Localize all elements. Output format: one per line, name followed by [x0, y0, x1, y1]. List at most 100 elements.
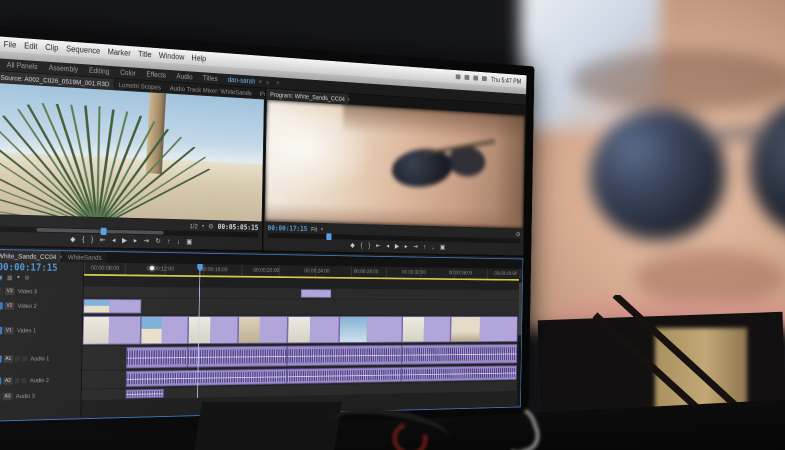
step-forward-button[interactable]: ▸ — [405, 243, 408, 250]
mark-out-button[interactable]: } — [368, 242, 370, 249]
track-target-button[interactable]: A1 — [3, 355, 13, 362]
workspace-tab-custom[interactable]: dan-sarah — [223, 75, 260, 85]
add-marker-button[interactable]: ◆ — [350, 242, 355, 249]
scrollbar-thumb[interactable] — [518, 282, 522, 335]
video-clip[interactable] — [83, 316, 142, 345]
extract-button[interactable]: ↓ — [432, 244, 435, 251]
go-to-in-button[interactable]: ⇤ — [376, 242, 381, 249]
video-clip[interactable] — [83, 299, 141, 313]
add-workspace-icon[interactable]: + — [273, 79, 283, 87]
source-patch-button[interactable] — [0, 393, 1, 401]
source-patch-button[interactable] — [0, 377, 1, 384]
audio-clip[interactable] — [286, 367, 401, 384]
audio-clip[interactable] — [126, 347, 188, 369]
video-clip[interactable] — [301, 289, 331, 298]
menu-marker[interactable]: Marker — [108, 47, 131, 58]
menu-title[interactable]: Title — [138, 49, 152, 59]
video-clip[interactable] — [402, 316, 451, 342]
track-target-button[interactable]: V1 — [4, 327, 14, 334]
track-header-audio2[interactable]: A2 Audio 2 — [0, 371, 81, 391]
workspace-tab-color[interactable]: Color — [115, 68, 141, 78]
timeline-settings-icon[interactable]: ▣ — [0, 274, 3, 281]
close-icon[interactable]: × — [347, 95, 350, 103]
audio-clip[interactable] — [125, 389, 163, 399]
menubar-status-icon[interactable] — [465, 75, 470, 80]
source-patch-button[interactable] — [0, 302, 3, 309]
step-forward-button[interactable]: ▸ — [134, 237, 137, 244]
workspace-tab-audio[interactable]: Audio — [172, 72, 198, 82]
export-frame-button[interactable]: ▣ — [440, 244, 445, 251]
menu-help[interactable]: Help — [191, 53, 206, 63]
step-back-button[interactable]: ◂ — [386, 243, 389, 250]
track-lane-video2[interactable] — [83, 298, 518, 315]
source-viewer[interactable] — [0, 83, 264, 221]
workspace-tab-editing[interactable]: Editing — [84, 66, 114, 76]
tab-sequence-active[interactable]: White_Sands_CC04 — [0, 250, 61, 262]
video-clip[interactable] — [188, 316, 239, 344]
workspace-tab-all-panels[interactable]: All Panels — [1, 60, 42, 71]
video-clip[interactable] — [287, 316, 339, 343]
video-clip[interactable] — [339, 316, 402, 343]
track-target-button[interactable]: A3 — [3, 393, 13, 401]
track-header-audio3[interactable]: A3 Audio 3 — [0, 390, 81, 403]
play-button[interactable]: ▶ — [395, 243, 399, 250]
marker-icon[interactable]: ● — [17, 274, 21, 281]
program-zoom-select[interactable]: Fit — [311, 225, 317, 233]
mark-in-button[interactable]: { — [82, 236, 84, 243]
go-to-in-button[interactable]: ⇤ — [100, 236, 106, 243]
timeline-current-timecode[interactable]: 00:00:17:15 — [0, 262, 83, 274]
step-back-button[interactable]: ◂ — [112, 236, 115, 243]
menu-window[interactable]: Window — [159, 51, 185, 62]
add-marker-button[interactable]: ◆ — [70, 236, 75, 243]
source-playhead[interactable] — [101, 228, 107, 235]
track-header-video3[interactable]: V3 Video 3 — [0, 286, 83, 298]
menu-edit[interactable]: Edit — [24, 41, 38, 51]
tab-sequence-whitesands[interactable]: WhiteSands — [63, 251, 105, 262]
track-target-button[interactable]: V2 — [4, 302, 14, 309]
track-target-button[interactable]: V3 — [5, 288, 15, 295]
settings-icon[interactable]: ⚙ — [516, 230, 521, 237]
workspace-overflow-icon[interactable]: » — [263, 78, 273, 86]
menubar-clock[interactable]: Thu 5:47 PM — [491, 76, 521, 85]
program-viewer[interactable] — [265, 100, 525, 229]
go-to-out-button[interactable]: ⇥ — [143, 237, 149, 244]
video-clip[interactable] — [451, 316, 518, 342]
track-header-audio1[interactable]: A1 Audio 1 — [0, 347, 82, 372]
lift-button[interactable]: ↑ — [423, 243, 426, 250]
solo-button[interactable] — [21, 378, 26, 384]
settings-icon[interactable]: ⚙ — [208, 222, 214, 230]
workspace-tab-assembly[interactable]: Assembly — [44, 63, 84, 74]
menu-clip[interactable]: Clip — [45, 43, 58, 53]
mark-in-button[interactable]: { — [361, 242, 363, 249]
source-patch-button[interactable] — [0, 327, 2, 334]
mute-button[interactable] — [15, 356, 20, 362]
track-target-button[interactable]: A2 — [3, 377, 13, 384]
export-frame-button[interactable]: ▣ — [186, 238, 192, 245]
snap-icon[interactable]: ▦ — [7, 274, 13, 281]
wrench-icon[interactable]: ⚙ — [24, 274, 29, 281]
source-patch-button[interactable] — [0, 288, 3, 295]
menubar-status-icon[interactable] — [482, 76, 487, 81]
track-header-video2[interactable]: V2 Video 2 — [0, 298, 83, 315]
source-patch-button[interactable] — [0, 355, 2, 362]
source-zoom-select[interactable]: 1/2 — [190, 222, 198, 230]
insert-button[interactable]: ↑ — [167, 238, 170, 245]
audio-clip[interactable] — [287, 345, 402, 366]
workspace-tab-effects[interactable]: Effects — [141, 70, 170, 80]
tab-progress[interactable]: Progress — [256, 88, 265, 99]
program-current-timecode[interactable]: 00:00:17:15 — [268, 224, 308, 233]
program-playhead[interactable] — [326, 233, 331, 240]
solo-button[interactable] — [22, 356, 27, 362]
audio-clip[interactable] — [401, 365, 517, 381]
menu-sequence[interactable]: Sequence — [66, 44, 100, 55]
video-clip[interactable] — [141, 316, 189, 344]
video-clip[interactable] — [238, 316, 288, 343]
overwrite-button[interactable]: ↓ — [177, 238, 180, 245]
play-button[interactable]: ▶ — [122, 237, 127, 244]
mute-button[interactable] — [14, 378, 19, 384]
menubar-status-icon[interactable] — [473, 75, 478, 80]
close-icon[interactable]: × — [59, 252, 63, 260]
menu-file[interactable]: File — [4, 40, 17, 50]
go-to-out-button[interactable]: ⇥ — [413, 243, 418, 250]
mark-out-button[interactable]: } — [91, 236, 93, 243]
